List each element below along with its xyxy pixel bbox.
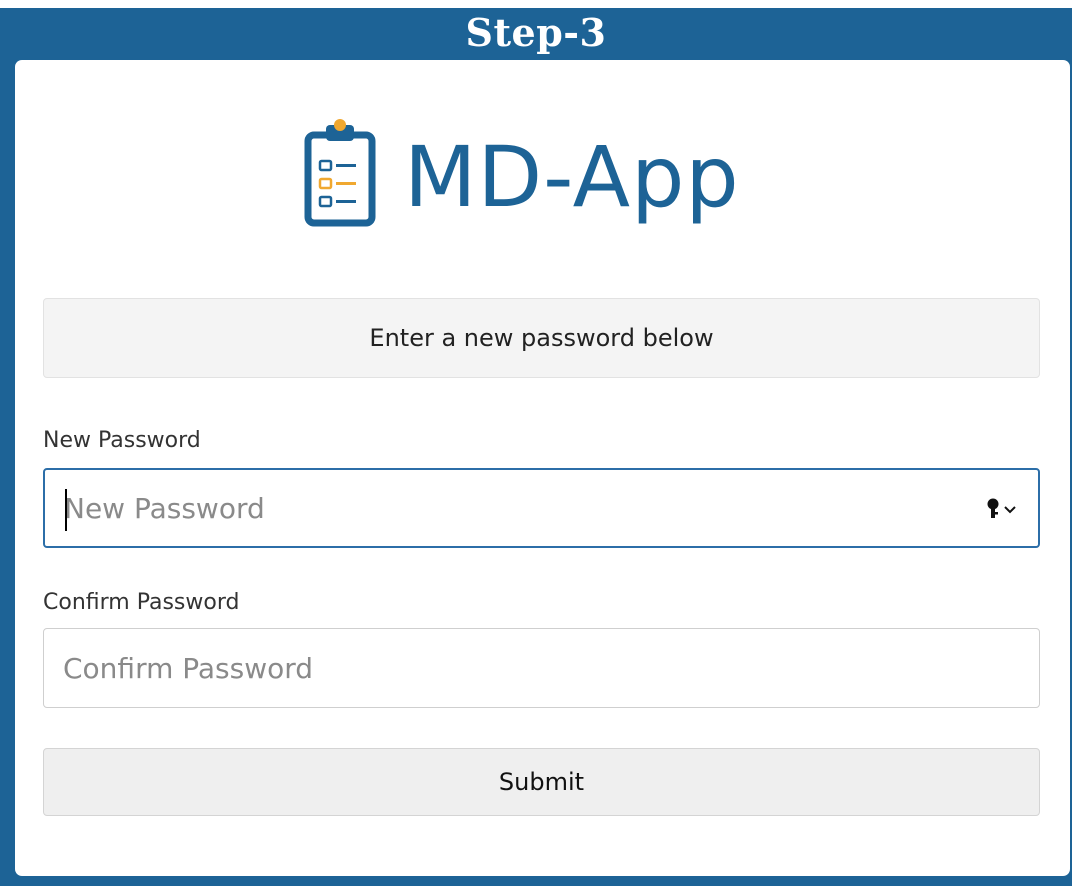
new-password-label: New Password	[43, 428, 201, 453]
reset-password-card: MD-App Enter a new password below New Pa…	[15, 60, 1070, 876]
app-name: MD-App	[404, 128, 740, 226]
new-password-field-box	[43, 468, 1040, 548]
password-key-dropdown-icon[interactable]	[982, 497, 1022, 521]
new-password-input[interactable]	[64, 470, 964, 546]
step-frame: Step-3 MD-App Enter a new password below…	[0, 8, 1072, 886]
confirm-password-field-box	[43, 628, 1040, 708]
instruction-notice: Enter a new password below	[43, 298, 1040, 378]
step-title: Step-3	[465, 10, 607, 55]
submit-button[interactable]: Submit	[43, 748, 1040, 816]
confirm-password-input[interactable]	[63, 629, 963, 707]
clipboard-checklist-icon	[304, 119, 376, 227]
confirm-password-label: Confirm Password	[43, 590, 240, 615]
app-logo: MD-App	[304, 117, 804, 237]
text-caret	[65, 489, 67, 531]
